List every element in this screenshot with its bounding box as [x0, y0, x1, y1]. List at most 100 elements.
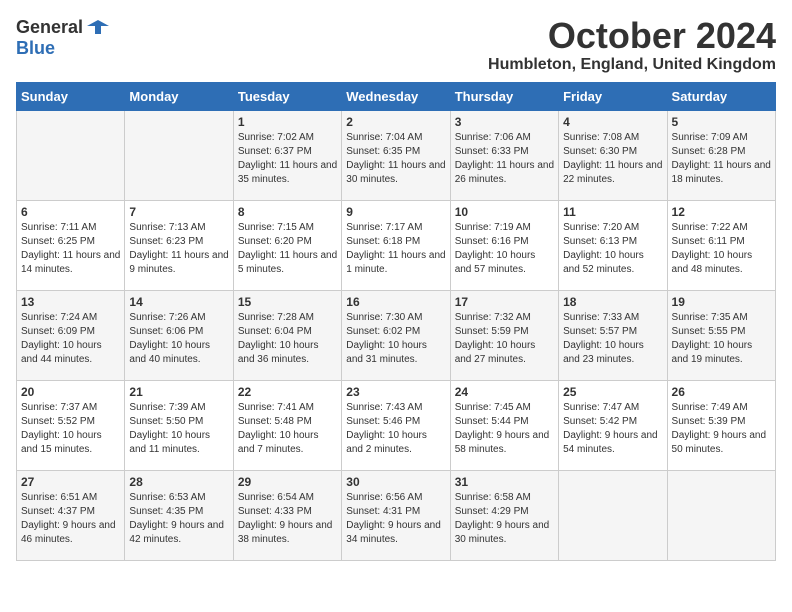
day-info: Sunrise: 7:26 AMSunset: 6:06 PMDaylight:… — [129, 312, 210, 365]
day-number: 26 — [672, 385, 771, 399]
day-number: 13 — [21, 295, 120, 309]
day-number: 27 — [21, 475, 120, 489]
day-cell: 13 Sunrise: 7:24 AMSunset: 6:09 PMDayligh… — [17, 290, 125, 380]
day-cell: 7 Sunrise: 7:13 AMSunset: 6:23 PMDaylight… — [125, 200, 233, 290]
day-cell: 10 Sunrise: 7:19 AMSunset: 6:16 PMDayligh… — [450, 200, 558, 290]
day-number: 7 — [129, 205, 228, 219]
day-cell: 6 Sunrise: 7:11 AMSunset: 6:25 PMDaylight… — [17, 200, 125, 290]
day-info: Sunrise: 7:06 AMSunset: 6:33 PMDaylight:… — [455, 132, 554, 185]
day-info: Sunrise: 7:22 AMSunset: 6:11 PMDaylight:… — [672, 222, 753, 275]
day-number: 25 — [563, 385, 662, 399]
day-cell: 27 Sunrise: 6:51 AMSunset: 4:37 PMDayligh… — [17, 470, 125, 560]
day-info: Sunrise: 7:35 AMSunset: 5:55 PMDaylight:… — [672, 312, 753, 365]
day-cell: 23 Sunrise: 7:43 AMSunset: 5:46 PMDayligh… — [342, 380, 450, 470]
day-info: Sunrise: 7:37 AMSunset: 5:52 PMDaylight:… — [21, 402, 102, 455]
day-cell: 15Sunrise: 7:28 AMSunset: 6:04 PMDayligh… — [233, 290, 341, 380]
logo-general-text: General — [16, 17, 83, 38]
logo-blue-text: Blue — [16, 38, 55, 59]
day-number: 22 — [238, 385, 337, 399]
day-number: 30 — [346, 475, 445, 489]
day-number: 10 — [455, 205, 554, 219]
week-row-5: 27 Sunrise: 6:51 AMSunset: 4:37 PMDayligh… — [17, 470, 776, 560]
day-number: 28 — [129, 475, 228, 489]
day-number: 15 — [238, 295, 337, 309]
day-number: 18 — [563, 295, 662, 309]
day-number: 21 — [129, 385, 228, 399]
calendar-header: Sunday Monday Tuesday Wednesday Thursday… — [17, 82, 776, 110]
day-info: Sunrise: 7:15 AMSunset: 6:20 PMDaylight:… — [238, 222, 337, 275]
header-saturday: Saturday — [667, 82, 775, 110]
week-row-2: 6 Sunrise: 7:11 AMSunset: 6:25 PMDaylight… — [17, 200, 776, 290]
day-number: 4 — [563, 115, 662, 129]
day-cell: 5 Sunrise: 7:09 AMSunset: 6:28 PMDaylight… — [667, 110, 775, 200]
calendar-table: Sunday Monday Tuesday Wednesday Thursday… — [16, 82, 776, 561]
week-row-3: 13 Sunrise: 7:24 AMSunset: 6:09 PMDayligh… — [17, 290, 776, 380]
day-info: Sunrise: 6:58 AMSunset: 4:29 PMDaylight:… — [455, 492, 550, 545]
day-number: 20 — [21, 385, 120, 399]
day-cell: 4Sunrise: 7:08 AMSunset: 6:30 PMDaylight… — [559, 110, 667, 200]
day-cell: 11 Sunrise: 7:20 AMSunset: 6:13 PMDayligh… — [559, 200, 667, 290]
day-cell: 21 Sunrise: 7:39 AMSunset: 5:50 PMDayligh… — [125, 380, 233, 470]
day-cell: 28 Sunrise: 6:53 AMSunset: 4:35 PMDayligh… — [125, 470, 233, 560]
day-info: Sunrise: 7:19 AMSunset: 6:16 PMDaylight:… — [455, 222, 536, 275]
day-info: Sunrise: 6:56 AMSunset: 4:31 PMDaylight:… — [346, 492, 441, 545]
day-info: Sunrise: 7:30 AMSunset: 6:02 PMDaylight:… — [346, 312, 427, 365]
day-info: Sunrise: 7:32 AMSunset: 5:59 PMDaylight:… — [455, 312, 536, 365]
day-info: Sunrise: 7:09 AMSunset: 6:28 PMDaylight:… — [672, 132, 771, 185]
day-cell: 16 Sunrise: 7:30 AMSunset: 6:02 PMDayligh… — [342, 290, 450, 380]
day-number: 9 — [346, 205, 445, 219]
day-number: 29 — [238, 475, 337, 489]
day-cell: 31 Sunrise: 6:58 AMSunset: 4:29 PMDayligh… — [450, 470, 558, 560]
day-cell: 26Sunrise: 7:49 AMSunset: 5:39 PMDayligh… — [667, 380, 775, 470]
day-number: 24 — [455, 385, 554, 399]
day-cell: 9 Sunrise: 7:17 AMSunset: 6:18 PMDaylight… — [342, 200, 450, 290]
day-info: Sunrise: 7:45 AMSunset: 5:44 PMDaylight:… — [455, 402, 550, 455]
day-cell: 22 Sunrise: 7:41 AMSunset: 5:48 PMDayligh… — [233, 380, 341, 470]
calendar-body: 1 Sunrise: 7:02 AMSunset: 6:37 PMDaylight… — [17, 110, 776, 560]
day-number: 5 — [672, 115, 771, 129]
logo: General Blue — [16, 16, 109, 59]
logo-bird-icon — [87, 16, 109, 38]
day-info: Sunrise: 6:53 AMSunset: 4:35 PMDaylight:… — [129, 492, 224, 545]
day-number: 16 — [346, 295, 445, 309]
day-cell: 8Sunrise: 7:15 AMSunset: 6:20 PMDaylight… — [233, 200, 341, 290]
day-info: Sunrise: 7:02 AMSunset: 6:37 PMDaylight:… — [238, 132, 337, 185]
day-info: Sunrise: 7:04 AMSunset: 6:35 PMDaylight:… — [346, 132, 445, 185]
day-info: Sunrise: 7:20 AMSunset: 6:13 PMDaylight:… — [563, 222, 644, 275]
day-number: 6 — [21, 205, 120, 219]
header-row: Sunday Monday Tuesday Wednesday Thursday… — [17, 82, 776, 110]
day-number: 31 — [455, 475, 554, 489]
day-info: Sunrise: 7:43 AMSunset: 5:46 PMDaylight:… — [346, 402, 427, 455]
day-cell: 25 Sunrise: 7:47 AMSunset: 5:42 PMDayligh… — [559, 380, 667, 470]
day-cell — [559, 470, 667, 560]
day-number: 14 — [129, 295, 228, 309]
day-number: 23 — [346, 385, 445, 399]
day-number: 11 — [563, 205, 662, 219]
day-info: Sunrise: 7:33 AMSunset: 5:57 PMDaylight:… — [563, 312, 644, 365]
day-cell: 18 Sunrise: 7:33 AMSunset: 5:57 PMDayligh… — [559, 290, 667, 380]
title-block: October 2024 Humbleton, England, United … — [488, 16, 776, 74]
day-cell: 30 Sunrise: 6:56 AMSunset: 4:31 PMDayligh… — [342, 470, 450, 560]
day-info: Sunrise: 7:11 AMSunset: 6:25 PMDaylight:… — [21, 222, 120, 275]
day-number: 19 — [672, 295, 771, 309]
day-info: Sunrise: 7:39 AMSunset: 5:50 PMDaylight:… — [129, 402, 210, 455]
day-cell: 17Sunrise: 7:32 AMSunset: 5:59 PMDayligh… — [450, 290, 558, 380]
day-cell — [17, 110, 125, 200]
day-info: Sunrise: 6:54 AMSunset: 4:33 PMDaylight:… — [238, 492, 333, 545]
day-number: 12 — [672, 205, 771, 219]
day-number: 2 — [346, 115, 445, 129]
header-sunday: Sunday — [17, 82, 125, 110]
day-info: Sunrise: 7:47 AMSunset: 5:42 PMDaylight:… — [563, 402, 658, 455]
day-info: Sunrise: 6:51 AMSunset: 4:37 PMDaylight:… — [21, 492, 116, 545]
day-info: Sunrise: 7:13 AMSunset: 6:23 PMDaylight:… — [129, 222, 228, 275]
day-info: Sunrise: 7:24 AMSunset: 6:09 PMDaylight:… — [21, 312, 102, 365]
day-number: 1 — [238, 115, 337, 129]
header-monday: Monday — [125, 82, 233, 110]
day-info: Sunrise: 7:17 AMSunset: 6:18 PMDaylight:… — [346, 222, 445, 275]
day-info: Sunrise: 7:41 AMSunset: 5:48 PMDaylight:… — [238, 402, 319, 455]
day-cell: 20 Sunrise: 7:37 AMSunset: 5:52 PMDayligh… — [17, 380, 125, 470]
header-thursday: Thursday — [450, 82, 558, 110]
day-cell: 3Sunrise: 7:06 AMSunset: 6:33 PMDaylight… — [450, 110, 558, 200]
day-cell: 12 Sunrise: 7:22 AMSunset: 6:11 PMDayligh… — [667, 200, 775, 290]
month-title: October 2024 — [488, 16, 776, 56]
